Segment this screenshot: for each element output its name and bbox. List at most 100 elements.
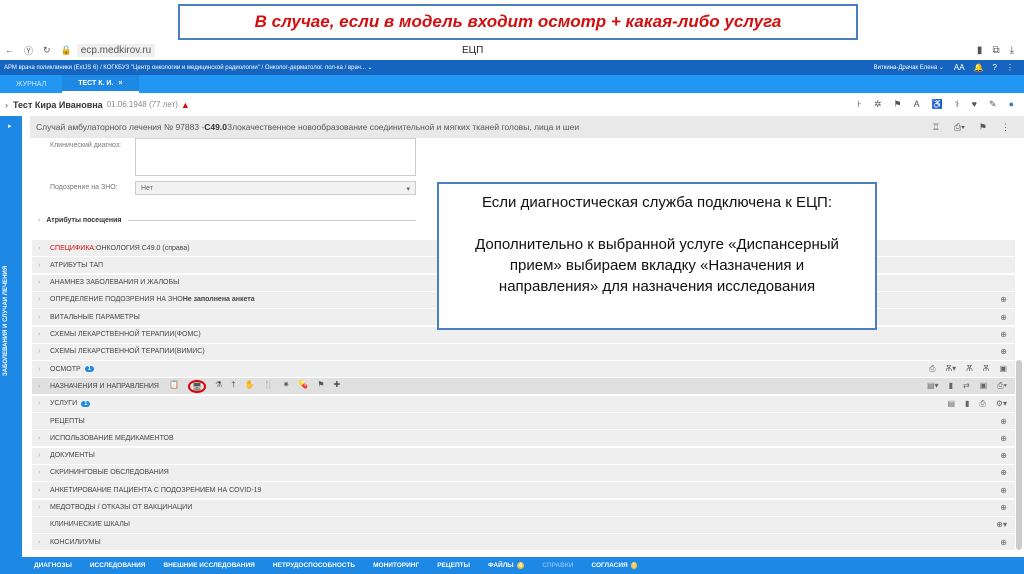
action-icon[interactable]: ▣ <box>999 364 1007 374</box>
bell-icon[interactable]: 🔔 <box>974 63 984 72</box>
close-icon[interactable]: × <box>118 80 122 87</box>
section-row[interactable]: › ОСМОТР 1 ⎙ Ѫ▾ Ѫ Ѫ ▣ <box>32 361 1015 379</box>
action-icon[interactable]: ⊕ <box>1000 468 1007 477</box>
font-size-icon[interactable]: AA <box>954 63 965 72</box>
more-icon[interactable]: ⋮ <box>1006 63 1014 72</box>
prescription-type-icon[interactable]: ✚ <box>334 380 341 393</box>
action-icon[interactable]: Ѫ▾ <box>946 364 957 374</box>
bottom-tab-wrap[interactable]: СПРАВКИ <box>542 562 573 569</box>
chevron-right-icon[interactable]: › <box>38 245 42 252</box>
scrollbar[interactable] <box>1016 360 1022 550</box>
print-icon[interactable]: ⎙▾ <box>954 122 965 133</box>
section-row[interactable]: › ДОКУМЕНТЫ ⊕ <box>32 447 1015 465</box>
expand-icon[interactable]: ▸ <box>8 122 12 130</box>
tool-icon[interactable]: ⚑ <box>893 99 901 110</box>
chevron-right-icon[interactable]: › <box>38 400 42 407</box>
diagnostic-referral-button[interactable]: 🖥 <box>187 379 207 393</box>
action-icon[interactable]: ⊕ <box>1000 538 1007 547</box>
bottom-tab-wrap[interactable]: РЕЦЕПТЫ <box>437 562 470 569</box>
flag-icon[interactable]: ⚑ <box>979 122 987 133</box>
chevron-right-icon[interactable]: › <box>38 383 42 390</box>
globe-icon[interactable]: ● <box>1009 99 1014 110</box>
bottom-tab[interactable]: НЕТРУДОСПОСОБНОСТЬ <box>273 562 355 569</box>
bottom-tab[interactable]: СОГЛАСИЯ <box>591 562 627 569</box>
extension-icon[interactable]: ⧉ <box>992 45 999 56</box>
tool-icon[interactable]: ⊦ <box>857 99 862 110</box>
bottom-tab[interactable]: ИССЛЕДОВАНИЯ <box>90 562 146 569</box>
help-icon[interactable]: ? <box>993 63 997 72</box>
tool-icon[interactable]: A <box>914 99 920 110</box>
prescription-type-icon[interactable]: ✷ <box>283 380 290 393</box>
award-icon[interactable]: ♖ <box>932 122 940 133</box>
action-icon[interactable]: ⊕ <box>1000 486 1007 495</box>
chevron-right-icon[interactable]: › <box>38 279 42 286</box>
tool-icon[interactable]: ✲ <box>874 99 882 110</box>
section-row[interactable]: КЛИНИЧЕСКИЕ ШКАЛЫ ⊕▾ <box>32 516 1015 534</box>
tab-journal[interactable]: ЖУРНАЛ <box>0 75 62 93</box>
action-icon[interactable]: ⊕ <box>1000 417 1007 426</box>
visit-attrs-toggle[interactable]: › Атрибуты посещения <box>38 217 416 224</box>
action-icon[interactable]: Ѫ <box>966 364 973 374</box>
prescription-type-icon[interactable]: ✋ <box>245 380 255 393</box>
action-icon[interactable]: ⎙ <box>979 399 985 409</box>
chevron-right-icon[interactable]: › <box>38 348 42 355</box>
tool-icon[interactable]: ♥ <box>972 99 977 110</box>
bottom-tab-wrap[interactable]: МОНИТОРИНГ <box>373 562 419 569</box>
chevron-right-icon[interactable]: › <box>38 504 42 511</box>
action-icon[interactable]: ▮ <box>949 381 953 391</box>
prescription-type-icon[interactable]: ⚗ <box>215 380 222 393</box>
more-icon[interactable]: ⋮ <box>1001 122 1010 133</box>
action-icon[interactable]: ⊕ <box>1000 503 1007 512</box>
action-icon[interactable]: ▮ <box>965 399 969 409</box>
url-field[interactable]: ecp.medkirov.ru <box>76 43 156 57</box>
chevron-right-icon[interactable]: › <box>38 487 42 494</box>
chevron-right-icon[interactable]: › <box>38 366 42 373</box>
bookmark-icon[interactable]: ▮ <box>977 45 983 56</box>
bottom-tab[interactable]: ВНЕШНИЕ ИССЛЕДОВАНИЯ <box>163 562 254 569</box>
action-icon[interactable]: ⇄ <box>963 381 970 391</box>
action-icon[interactable]: Ѫ <box>983 364 990 374</box>
action-icon[interactable]: ⊕ <box>1000 434 1007 443</box>
section-row[interactable]: › СХЕМЫ ЛЕКАРСТВЕННОЙ ТЕРАПИИ(ВИМИС) ⊕ <box>32 343 1015 361</box>
tool-icon[interactable]: ⚕ <box>955 99 960 110</box>
bottom-tab-wrap[interactable]: СОГЛАСИЯ! <box>591 562 637 569</box>
chevron-right-icon[interactable]: › <box>38 452 42 459</box>
clinical-dx-input[interactable] <box>135 138 416 176</box>
action-icon[interactable]: ⚙▾ <box>996 399 1007 409</box>
chevron-right-icon[interactable]: › <box>5 100 8 110</box>
section-row[interactable]: › СКРИНИНГОВЫЕ ОБСЛЕДОВАНИЯ ⊕ <box>32 464 1015 482</box>
action-icon[interactable]: ⊕ <box>1000 295 1007 304</box>
bottom-tab[interactable]: СПРАВКИ <box>542 562 573 569</box>
action-icon[interactable]: ▣ <box>980 381 988 391</box>
chevron-right-icon[interactable]: › <box>38 469 42 476</box>
prescription-type-icon[interactable]: 📋 <box>169 380 179 393</box>
bottom-tab[interactable]: ФАЙЛЫ <box>488 562 514 569</box>
chevron-right-icon[interactable]: › <box>38 435 42 442</box>
section-row[interactable]: › КОНСИЛИУМЫ ⊕ <box>32 534 1015 552</box>
bottom-tab-wrap[interactable]: ФАЙЛЫ 4 <box>488 562 525 569</box>
section-row[interactable]: › МЕДОТВОДЫ / ОТКАЗЫ ОТ ВАКЦИНАЦИИ ⊕ <box>32 499 1015 517</box>
section-row[interactable]: › НАЗНАЧЕНИЯ И НАПРАВЛЕНИЯ 📋 🖥 ⚗ † ✋ 🍴 ✷ 💊 ⚑ ✚ ▤▾ ▮ ⇄ ▣… <box>32 378 1015 396</box>
prescription-type-icon[interactable]: 💊 <box>298 380 308 393</box>
chevron-right-icon[interactable]: › <box>38 262 42 269</box>
section-row[interactable]: › АНКЕТИРОВАНИЕ ПАЦИЕНТА С ПОДОЗРЕНИЕМ НА… <box>32 482 1015 500</box>
action-icon[interactable]: ⊕ <box>1000 313 1007 322</box>
prescription-type-icon[interactable]: † <box>231 380 235 393</box>
chevron-right-icon[interactable]: › <box>38 331 42 338</box>
action-icon[interactable]: ⎙ <box>929 364 935 374</box>
left-sidebar[interactable]: ▸ ЗАБОЛЕВАНИЯ И СЛУЧАИ ЛЕЧЕНИЯ <box>0 116 22 574</box>
zno-select[interactable]: Нет ▾ <box>135 181 416 195</box>
section-row[interactable]: › УСЛУГИ 1 ▤ ▮ ⎙ ⚙▾ <box>32 395 1015 413</box>
action-icon[interactable]: ▤▾ <box>927 381 939 391</box>
user-menu[interactable]: Виткина-Драчак Елена ⌄ <box>874 64 944 71</box>
action-icon[interactable]: ⊕ <box>1000 330 1007 339</box>
chevron-right-icon[interactable]: › <box>38 296 42 303</box>
chevron-right-icon[interactable]: › <box>38 314 42 321</box>
action-icon[interactable]: ⊕ <box>1000 451 1007 460</box>
reload-icon[interactable]: ↻ <box>43 45 51 56</box>
bottom-tab-wrap[interactable]: НЕТРУДОСПОСОБНОСТЬ <box>273 562 355 569</box>
action-icon[interactable]: ▤ <box>947 399 955 409</box>
prescription-type-icon[interactable]: ⚑ <box>317 380 324 393</box>
chevron-right-icon[interactable]: › <box>38 539 42 546</box>
pen-icon[interactable]: ✎ <box>989 99 997 110</box>
